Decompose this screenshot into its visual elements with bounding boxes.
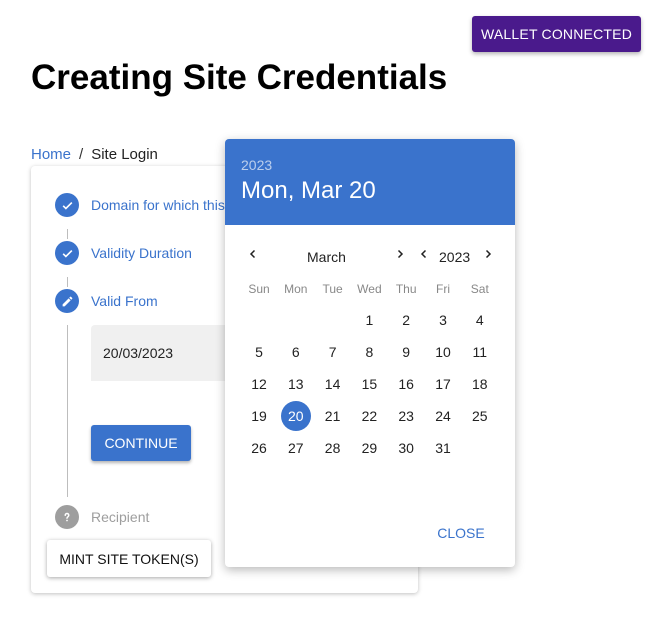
date-picker-dialog: 2023 Mon, Mar 20 March 2023 Sun Mon Tue Wed… <box>225 139 515 567</box>
step-label: Domain for which this <box>91 197 225 213</box>
continue-button[interactable]: CONTINUE <box>91 425 191 461</box>
month-label: March <box>307 249 346 265</box>
calendar-day[interactable]: 23 <box>391 401 421 431</box>
weekday-label: Sun <box>248 282 270 296</box>
calendar-day[interactable]: 15 <box>354 369 384 399</box>
weekday-label: Sat <box>470 282 489 296</box>
breadcrumb: Home / Site Login <box>31 146 158 163</box>
step-label: Validity Duration <box>91 245 192 261</box>
calendar-day[interactable]: 22 <box>354 401 384 431</box>
page-title: Creating Site Credentials <box>31 58 448 97</box>
calendar-day[interactable]: 25 <box>465 401 495 431</box>
previous-month-icon[interactable] <box>247 247 259 263</box>
calendar-day[interactable]: 4 <box>465 305 495 335</box>
step-recipient: Recipient <box>55 505 149 529</box>
breadcrumb-current: Site Login <box>91 146 158 163</box>
step-connector <box>67 229 68 239</box>
breadcrumb-home-link[interactable]: Home <box>31 146 71 163</box>
calendar-day[interactable]: 13 <box>281 369 311 399</box>
step-connector <box>67 277 68 287</box>
picker-header-date: Mon, Mar 20 <box>241 177 376 204</box>
calendar-day[interactable]: 7 <box>318 337 348 367</box>
weekday-label: Mon <box>284 282 308 296</box>
calendar-day[interactable]: 26 <box>244 433 274 463</box>
calendar-day[interactable]: 6 <box>281 337 311 367</box>
step-valid-from[interactable]: Valid From <box>55 289 158 313</box>
calendar-day[interactable]: 27 <box>281 433 311 463</box>
wallet-connected-button[interactable]: WALLET CONNECTED <box>472 16 641 52</box>
calendar-day[interactable]: 12 <box>244 369 274 399</box>
calendar-day[interactable]: 8 <box>354 337 384 367</box>
question-icon <box>55 505 79 529</box>
step-label: Recipient <box>91 509 150 525</box>
weekday-label: Wed <box>357 282 382 296</box>
calendar-day[interactable]: 5 <box>244 337 274 367</box>
close-button[interactable]: CLOSE <box>431 522 491 544</box>
calendar-day[interactable]: 19 <box>244 401 274 431</box>
weekday-label: Tue <box>322 282 343 296</box>
calendar-day[interactable]: 14 <box>318 369 348 399</box>
previous-year-icon[interactable] <box>418 247 430 263</box>
step-label: Valid From <box>91 293 158 309</box>
weekday-label: Fri <box>436 282 450 296</box>
calendar-day-selected[interactable]: 20 <box>280 401 311 431</box>
calendar-day[interactable]: 11 <box>465 337 495 367</box>
picker-header-year[interactable]: 2023 <box>241 157 499 173</box>
step-connector <box>67 325 68 497</box>
breadcrumb-separator: / <box>79 146 84 163</box>
calendar-day[interactable]: 24 <box>428 401 458 431</box>
calendar-day[interactable]: 1 <box>354 305 384 335</box>
calendar-day[interactable]: 18 <box>465 369 495 399</box>
step-domain[interactable]: Domain for which this <box>55 193 225 217</box>
calendar-day[interactable]: 30 <box>391 433 421 463</box>
calendar-day[interactable]: 9 <box>391 337 421 367</box>
calendar-day[interactable]: 28 <box>318 433 348 463</box>
next-year-icon[interactable] <box>482 247 494 263</box>
calendar-day[interactable]: 17 <box>428 369 458 399</box>
date-picker-nav: March 2023 <box>225 247 515 267</box>
check-icon <box>55 193 79 217</box>
calendar-day[interactable]: 21 <box>318 401 348 431</box>
calendar-day[interactable]: 16 <box>391 369 421 399</box>
calendar-day[interactable]: 31 <box>428 433 458 463</box>
calendar-day[interactable]: 3 <box>428 305 458 335</box>
year-label: 2023 <box>439 249 471 265</box>
calendar-day[interactable]: 10 <box>428 337 458 367</box>
calendar-day[interactable]: 2 <box>391 305 421 335</box>
calendar-day[interactable]: 29 <box>354 433 384 463</box>
date-picker-header: 2023 Mon, Mar 20 <box>225 139 515 225</box>
check-icon <box>55 241 79 265</box>
step-validity-duration[interactable]: Validity Duration <box>55 241 192 265</box>
next-month-icon[interactable] <box>394 247 406 263</box>
weekday-label: Thu <box>395 282 417 296</box>
mint-site-tokens-button[interactable]: MINT SITE TOKEN(S) <box>47 540 211 577</box>
pencil-icon <box>55 289 79 313</box>
